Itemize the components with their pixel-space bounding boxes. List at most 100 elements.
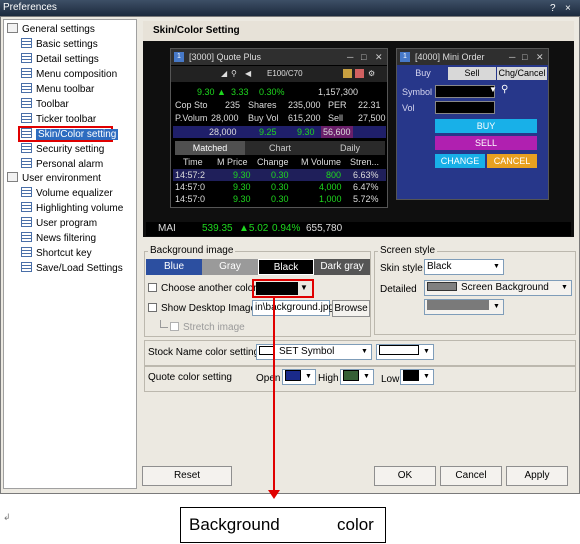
choose-color-checkbox[interactable] [148, 283, 157, 292]
vol-label: Vol [402, 103, 415, 113]
detailed-color-select[interactable]: ▼ [424, 299, 504, 315]
settings-page-icon [21, 83, 32, 93]
tree-item-security-setting[interactable]: Security setting [21, 143, 104, 157]
stock-name-color-swatch [379, 345, 419, 355]
quote-toolbar: ◢ ⚲ ◀ E100/C70 ⚙ [171, 66, 387, 82]
tab-buy: Buy [415, 68, 431, 78]
settings-page-icon [21, 158, 32, 168]
tree-item-skin-color-setting[interactable]: Skin/Color setting [18, 126, 119, 142]
symbol-label: Symbol [402, 87, 433, 97]
tree-item-menu-composition[interactable]: Menu composition [21, 68, 117, 82]
symbol-input [435, 85, 495, 98]
dropdown-arrow-icon: ▼ [493, 303, 500, 310]
low-color-swatch [403, 370, 419, 381]
return-mark-icon: ↲ [3, 512, 11, 522]
tree-item-news-filtering[interactable]: News filtering [21, 232, 96, 246]
tree-item-user-program[interactable]: User program [21, 217, 97, 231]
show-desktop-checkbox[interactable] [148, 303, 157, 312]
quote-plus-title: 1 [3000] Quote Plus ─ □ ✕ [171, 49, 387, 65]
minimize-icon: ─ [347, 52, 354, 62]
trades-header: Time M Price Change M Volume Stren... [183, 157, 380, 167]
quote-bid-ask-row: 28,000 9.25 9.30 56,600 [173, 126, 386, 138]
background-color-swatch[interactable] [256, 282, 298, 295]
tree-group-user-environment[interactable]: User environment [7, 172, 101, 186]
maximize-icon: □ [361, 52, 367, 62]
detailed-select[interactable]: Screen Background ▼ [424, 280, 572, 296]
option-blue[interactable]: Blue [146, 259, 202, 275]
callout-text-left: Background [189, 515, 280, 534]
low-label: Low [381, 374, 400, 385]
window-number-badge: 1 [400, 52, 410, 62]
dropdown-arrow-icon: ▼ [561, 284, 568, 291]
minimize-icon: ─ [509, 52, 516, 62]
detailed-label: Detailed [380, 284, 417, 295]
buy-button: BUY [435, 119, 537, 133]
preview-status-bar: MAI 539.35 ▲5.02 0.94% 655,780 [146, 222, 571, 236]
browse-button[interactable]: Browse [332, 300, 370, 317]
annotation-arrow-head [268, 490, 280, 499]
close-button[interactable]: × [565, 1, 571, 17]
tree-item-toolbar[interactable]: Toolbar [21, 98, 69, 112]
stretch-image-option: Stretch image [160, 320, 245, 333]
tree-item-ticker-toolbar[interactable]: Ticker toolbar [21, 113, 96, 127]
quote-stats-row: Cop Sto 235 Shares 235,000 PER 22.31 [175, 100, 381, 110]
tree-item-save-load-settings[interactable]: Save/Load Settings [21, 262, 123, 276]
reset-button[interactable]: Reset [142, 466, 232, 486]
tab-chart: Chart [268, 143, 291, 153]
quote-tabs: Matched Chart Daily [175, 141, 385, 155]
close-icon: ✕ [536, 52, 544, 62]
open-color-select[interactable]: ▼ [282, 369, 316, 385]
dropdown-arrow-icon[interactable]: ▼ [300, 283, 308, 292]
high-color-swatch [343, 370, 359, 381]
skin-style-label: Skin style [380, 263, 423, 274]
tree-item-highlighting-volume[interactable]: Highlighting volume [21, 202, 123, 216]
option-black[interactable]: Black [258, 259, 314, 275]
gear-icon: ⚙ [368, 69, 376, 78]
tree-item-basic-settings[interactable]: Basic settings [21, 38, 98, 52]
low-color-select[interactable]: ▼ [400, 369, 434, 385]
option-dark-gray[interactable]: Dark gray [314, 259, 370, 275]
tab-sell: Sell [448, 67, 496, 80]
file-path-field[interactable]: in\background.jpg [252, 300, 334, 316]
settings-page-icon [21, 128, 32, 138]
dropdown-arrow-icon: ▼ [305, 373, 312, 380]
choose-color-option[interactable]: Choose another color [148, 283, 257, 294]
apply-button[interactable]: Apply [506, 466, 568, 486]
settings-page-icon [21, 187, 32, 197]
dropdown-arrow-icon: ▼ [423, 373, 430, 380]
tree-item-personal-alarm[interactable]: Personal alarm [21, 158, 103, 172]
tab-matched: Matched [175, 141, 245, 155]
quote-color-label: Quote color setting [148, 372, 232, 383]
dropdown-arrow-icon: ▼ [423, 348, 430, 355]
tree-group-general[interactable]: General settings [7, 23, 95, 37]
trade-row: 14:57:0 9.30 0.30 4,000 6.47% [175, 182, 379, 192]
settings-page-icon [21, 53, 32, 63]
option-gray[interactable]: Gray [202, 259, 258, 275]
vol-input [435, 101, 495, 114]
sell-button: SELL [435, 136, 537, 150]
ok-button[interactable]: OK [374, 466, 436, 486]
background-image-label: Background image [148, 245, 236, 256]
help-button[interactable]: ? [550, 1, 556, 17]
settings-page-icon [21, 38, 32, 48]
folder-icon [7, 23, 18, 33]
tree-item-detail-settings[interactable]: Detail settings [21, 53, 99, 67]
show-desktop-option[interactable]: Show Desktop Image [148, 303, 256, 314]
chart-icon [355, 69, 364, 78]
high-color-select[interactable]: ▼ [340, 369, 374, 385]
tree-item-volume-equalizer[interactable]: Volume equalizer [21, 187, 113, 201]
settings-page-icon [21, 68, 32, 78]
callout-box: Background color [180, 507, 386, 543]
tree-item-menu-toolbar[interactable]: Menu toolbar [21, 83, 94, 97]
trade-row: 14:57:2 9.30 0.30 800 6.63% [173, 169, 386, 181]
screen-style-label: Screen style [378, 245, 438, 256]
cancel-button[interactable]: Cancel [440, 466, 502, 486]
settings-page-icon [21, 247, 32, 257]
close-icon: ✕ [375, 52, 383, 62]
dropdown-arrow-icon: ▼ [493, 263, 500, 270]
panel-header: Skin/Color Setting [143, 21, 574, 41]
settings-page-icon [21, 113, 32, 123]
skin-style-select[interactable]: Black ▼ [424, 259, 504, 275]
tree-item-shortcut-key[interactable]: Shortcut key [21, 247, 92, 261]
stock-name-color-select[interactable]: ▼ [376, 344, 434, 360]
